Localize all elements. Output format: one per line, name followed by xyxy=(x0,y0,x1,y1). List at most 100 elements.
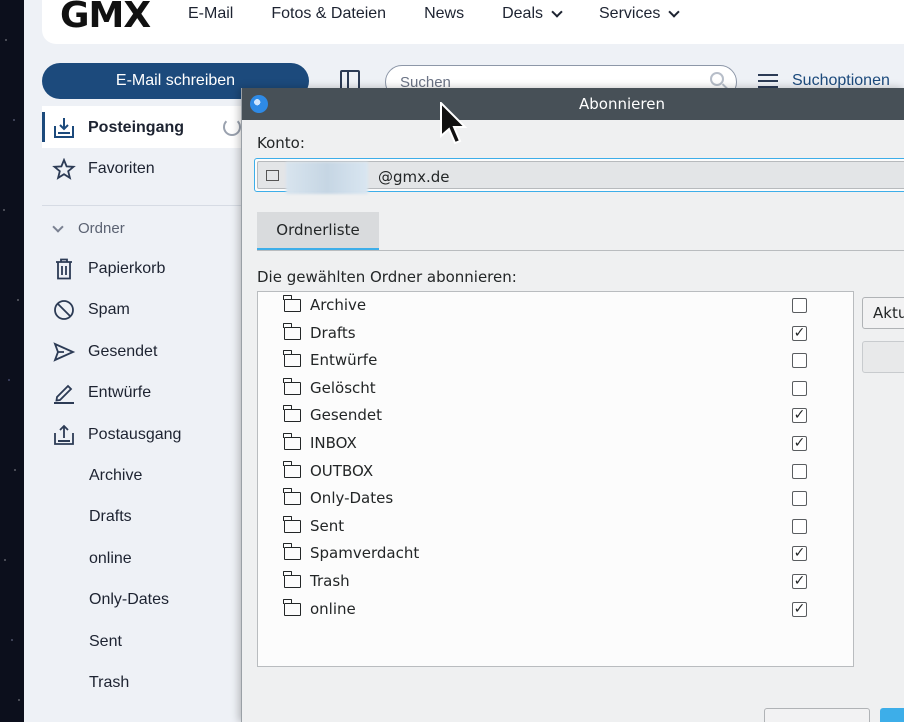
subscribe-checkbox[interactable]: ✓ xyxy=(792,408,807,424)
folder-name: Entwürfe xyxy=(310,351,378,370)
folders-heading: Ordner xyxy=(78,220,125,237)
sidebar-subfolder[interactable]: Archive xyxy=(89,467,142,485)
sidebar-subfolder[interactable]: online xyxy=(89,550,132,568)
subscribe-checkbox[interactable]: ✓ xyxy=(792,601,807,617)
subscribe-button[interactable] xyxy=(862,341,904,373)
search-icon[interactable] xyxy=(710,72,724,86)
sidebar-item-outbox[interactable]: Postausgang xyxy=(52,424,181,446)
sidebar-item-drafts[interactable]: Entwürfe xyxy=(52,382,151,404)
chevron-down-icon xyxy=(668,6,681,18)
sent-label: Gesendet xyxy=(88,343,158,360)
nav-photos-label: Fotos & Dateien xyxy=(271,5,387,22)
desktop-background xyxy=(0,0,24,722)
folder-icon xyxy=(283,405,301,423)
folder-name: Gelöscht xyxy=(310,378,376,397)
mail-icon xyxy=(266,170,279,181)
folders-section-toggle[interactable]: Ordner xyxy=(52,220,125,237)
refresh-button[interactable]: Aktu xyxy=(862,297,904,329)
list-item[interactable]: Gelöscht xyxy=(258,376,853,403)
nav-news-label: News xyxy=(424,5,465,22)
list-item[interactable]: Only-Dates xyxy=(258,486,853,513)
inbox-label: Posteingang xyxy=(88,119,185,136)
subscribe-checkbox[interactable] xyxy=(792,298,807,313)
folder-name: Sent xyxy=(310,516,345,535)
spam-label: Spam xyxy=(88,301,130,318)
trash-icon xyxy=(56,258,72,280)
folder-icon xyxy=(283,571,301,588)
list-item[interactable]: OUTBOX xyxy=(258,459,853,486)
panel-toggle-icon[interactable] xyxy=(340,70,360,90)
list-item[interactable]: Drafts ✓ xyxy=(258,321,853,348)
dialog-title: Abonnieren xyxy=(579,95,665,113)
list-item[interactable]: Trash ✓ xyxy=(258,569,853,596)
folder-name: Trash xyxy=(310,572,350,590)
folder-icon xyxy=(283,488,301,506)
sidebar-item-spam[interactable]: Spam xyxy=(52,299,130,321)
refresh-icon[interactable] xyxy=(223,118,241,136)
ok-button[interactable] xyxy=(880,708,904,722)
nav-email[interactable]: E-Mail xyxy=(188,5,233,23)
list-item[interactable]: Sent xyxy=(258,514,853,541)
list-item[interactable]: Entwürfe xyxy=(258,348,853,375)
list-item[interactable]: Spamverdacht ✓ xyxy=(258,541,853,568)
nav-email-label: E-Mail xyxy=(188,5,234,22)
nav-news[interactable]: News xyxy=(424,5,464,23)
star-icon xyxy=(52,158,76,180)
sidebar-subfolder[interactable]: Drafts xyxy=(89,508,132,526)
nav-deals[interactable]: Deals xyxy=(502,5,563,23)
redacted-username xyxy=(286,162,368,194)
folder-icon xyxy=(283,350,301,368)
list-item[interactable]: online ✓ xyxy=(258,597,853,624)
account-select[interactable]: @gmx.de xyxy=(254,158,904,194)
subscribe-checkbox[interactable] xyxy=(792,380,807,396)
folder-icon xyxy=(283,295,301,312)
subscribe-checkbox[interactable]: ✓ xyxy=(792,546,807,562)
folder-icon xyxy=(283,377,301,395)
list-item[interactable]: INBOX ✓ xyxy=(258,431,853,458)
subscribe-checkbox[interactable]: ✓ xyxy=(792,436,807,451)
sidebar-subfolder[interactable]: Sent xyxy=(89,633,122,651)
gmx-logo[interactable]: GMX xyxy=(60,0,188,36)
nav-photos-files[interactable]: Fotos & Dateien xyxy=(271,5,386,23)
send-icon xyxy=(53,342,76,362)
folder-name: Gesendet xyxy=(310,406,383,425)
pencil-icon xyxy=(54,384,74,404)
list-item[interactable]: Archive xyxy=(258,293,853,320)
sidebar-divider xyxy=(42,205,262,206)
nav-services[interactable]: Services xyxy=(599,5,681,23)
cancel-button[interactable] xyxy=(764,708,870,722)
sidebar-subfolder[interactable]: Only-Dates xyxy=(89,591,169,609)
top-navigation: GMX E-Mail Fotos & Dateien News Deals Se… xyxy=(42,0,904,44)
account-value: @gmx.de xyxy=(378,168,450,186)
subscribe-checkbox[interactable]: ✓ xyxy=(792,574,807,589)
sidebar-subfolder[interactable]: Trash xyxy=(89,674,129,692)
sidebar-item-inbox[interactable]: Posteingang xyxy=(42,106,262,148)
sidebar-item-favorites[interactable]: Favoriten xyxy=(52,158,155,180)
folder-icon xyxy=(283,322,301,340)
list-item[interactable]: Gesendet ✓ xyxy=(258,403,853,430)
chevron-down-icon xyxy=(551,6,563,18)
folder-list[interactable]: Archive Drafts ✓ Entwürfe Gelöscht Gesendet ✓ I… xyxy=(257,291,854,667)
inbox-row: Posteingang xyxy=(52,117,184,139)
dialog-titlebar[interactable]: Abonnieren xyxy=(242,88,904,120)
sidebar-item-sent[interactable]: Gesendet xyxy=(52,341,157,363)
folder-name: online xyxy=(310,599,356,618)
sliders-icon[interactable] xyxy=(758,72,778,88)
subscribe-checkbox[interactable] xyxy=(792,353,807,369)
folder-icon xyxy=(283,598,301,616)
folder-icon xyxy=(283,515,301,533)
subscribe-checkbox[interactable] xyxy=(792,463,807,479)
subscribe-dialog: Abonnieren Konto: @gmx.de Ordnerliste Di… xyxy=(241,88,904,722)
subscribe-label: Die gewählten Ordner abonnieren: xyxy=(257,268,517,286)
subscribe-checkbox[interactable]: ✓ xyxy=(792,325,807,341)
folder-name: Spamverdacht xyxy=(310,544,420,563)
tab-divider xyxy=(257,250,904,251)
subscribe-checkbox[interactable] xyxy=(792,518,807,534)
tab-folder-list[interactable]: Ordnerliste xyxy=(257,212,379,250)
inbox-icon xyxy=(54,118,74,138)
drafts-label: Entwürfe xyxy=(88,384,152,401)
sidebar-item-trash[interactable]: Papierkorb xyxy=(52,258,165,280)
folder-name: Only-Dates xyxy=(310,489,394,508)
subscribe-checkbox[interactable] xyxy=(792,491,807,507)
folder-icon xyxy=(283,543,301,561)
